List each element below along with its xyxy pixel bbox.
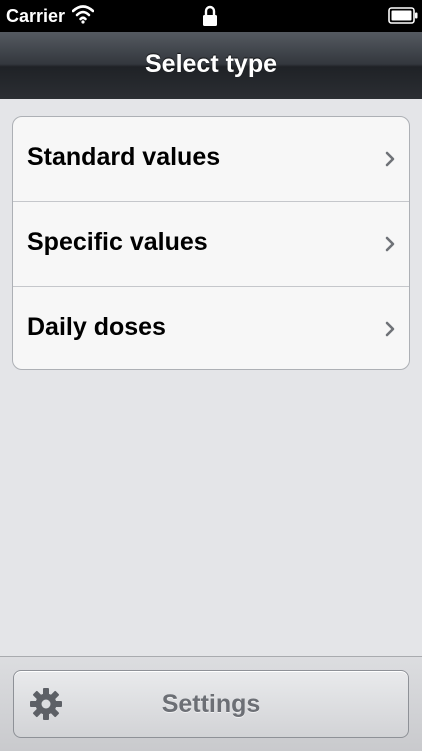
list-item-label: Daily doses [27, 313, 166, 341]
lock-icon [203, 5, 217, 26]
status-bar: Carrier [0, 0, 422, 32]
settings-button[interactable]: Settings [13, 670, 409, 738]
type-list: Standard values Specific values Daily do… [12, 116, 410, 370]
wifi-icon [72, 5, 94, 24]
carrier-label: Carrier [6, 6, 66, 26]
settings-label: Settings [161, 690, 261, 718]
list-item-label: Specific values [27, 228, 208, 256]
battery-icon [388, 7, 418, 24]
list-item-label: Standard values [27, 143, 221, 171]
bottom-toolbar: Settings [0, 656, 422, 751]
chevron-right-icon [385, 321, 395, 337]
chevron-right-icon [385, 151, 395, 167]
list-item-specific-values[interactable]: Specific values [13, 202, 409, 287]
list-item-daily-doses[interactable]: Daily doses [13, 287, 409, 369]
list-item-standard-values[interactable]: Standard values [13, 117, 409, 202]
chevron-right-icon [385, 236, 395, 252]
navigation-bar: Select type [0, 32, 422, 100]
content-area: Standard values Specific values Daily do… [0, 99, 422, 656]
page-title: Select type [144, 50, 277, 78]
